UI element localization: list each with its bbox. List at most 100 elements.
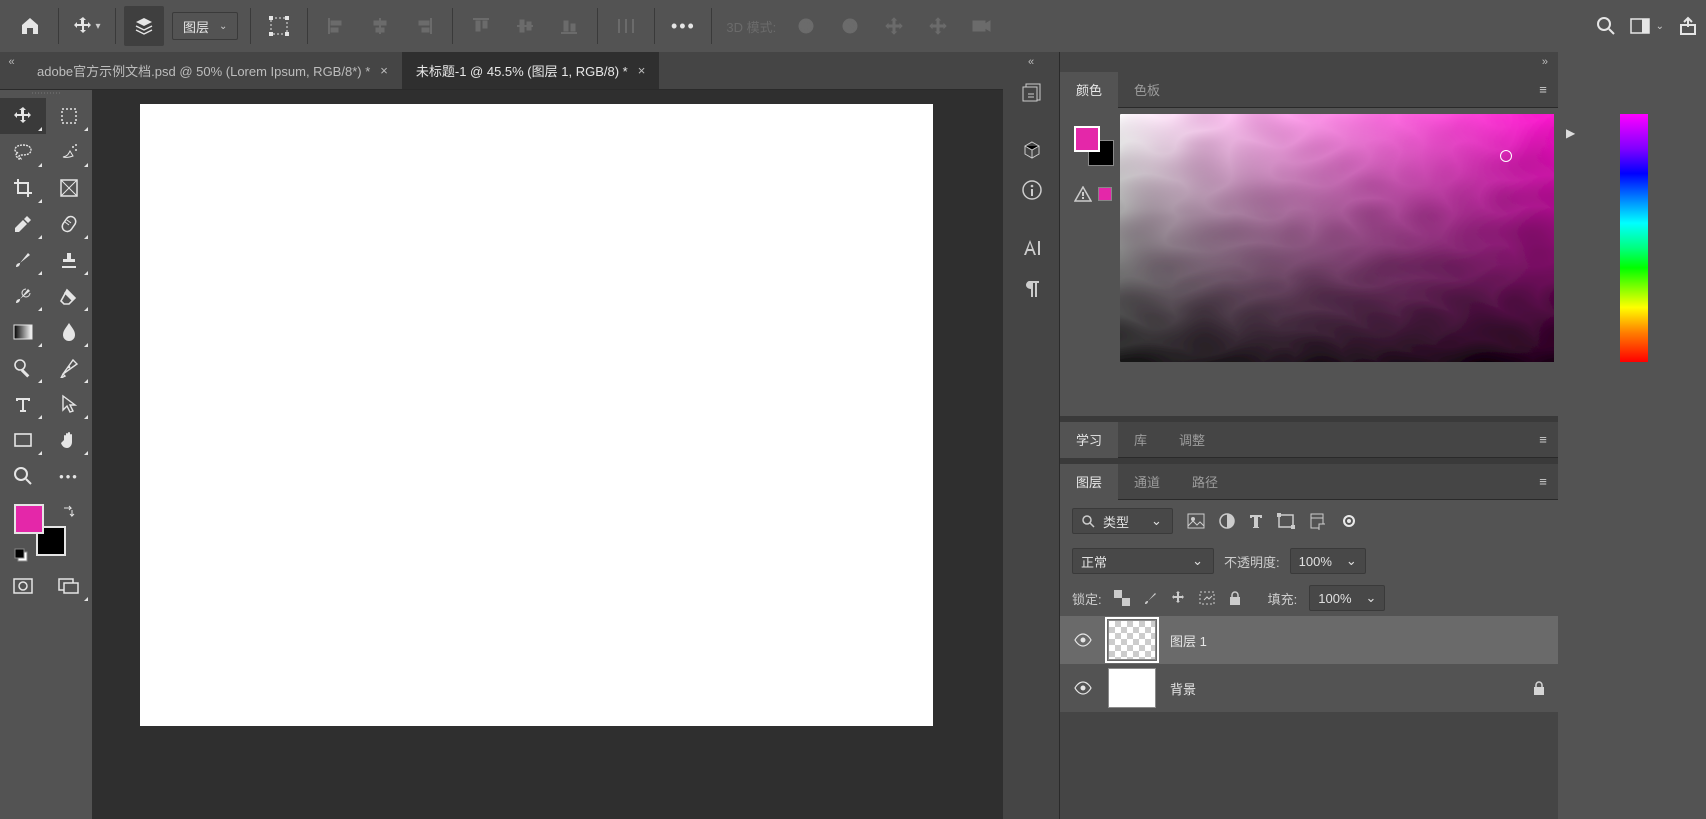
frame-tool[interactable] bbox=[46, 170, 92, 206]
panel-menu-icon[interactable]: ≡ bbox=[1528, 474, 1558, 489]
tab-libraries[interactable]: 库 bbox=[1118, 422, 1163, 458]
color-indicator[interactable] bbox=[1500, 150, 1512, 162]
move-tool[interactable] bbox=[0, 98, 46, 134]
gradient-tool[interactable] bbox=[0, 314, 46, 350]
auto-select-target-dropdown[interactable]: 图层 ⌄ bbox=[172, 12, 238, 40]
filter-type-icon[interactable] bbox=[1249, 513, 1263, 529]
align-top-button[interactable] bbox=[461, 6, 501, 46]
close-tab-icon[interactable]: × bbox=[638, 63, 646, 78]
auto-select-toggle[interactable] bbox=[124, 6, 164, 46]
layer-filter-dropdown[interactable]: 类型 ⌄ bbox=[1072, 508, 1173, 534]
swap-colors-icon[interactable] bbox=[62, 504, 76, 518]
filter-image-icon[interactable] bbox=[1187, 513, 1205, 529]
blur-tool[interactable] bbox=[46, 314, 92, 350]
lock-artboard-icon[interactable] bbox=[1198, 590, 1216, 606]
canvas-area[interactable] bbox=[92, 90, 1003, 819]
filter-shape-icon[interactable] bbox=[1277, 513, 1295, 529]
path-select-tool[interactable] bbox=[46, 386, 92, 422]
stamp-tool[interactable] bbox=[46, 242, 92, 278]
3d-pan-button[interactable] bbox=[874, 6, 914, 46]
document-tab-1[interactable]: 未标题-1 @ 45.5% (图层 1, RGB/8) * × bbox=[402, 52, 659, 89]
shape-tool[interactable] bbox=[0, 422, 46, 458]
dodge-tool[interactable] bbox=[0, 350, 46, 386]
gamut-swatch[interactable] bbox=[1098, 187, 1112, 201]
hue-slider[interactable] bbox=[1620, 114, 1648, 362]
lock-move-icon[interactable] bbox=[1170, 590, 1186, 606]
layer-thumbnail[interactable] bbox=[1108, 668, 1156, 708]
3d-slide-button[interactable] bbox=[918, 6, 958, 46]
home-button[interactable] bbox=[10, 6, 50, 46]
visibility-icon[interactable] bbox=[1072, 681, 1094, 695]
marquee-tool[interactable] bbox=[46, 98, 92, 134]
tab-learn[interactable]: 学习 bbox=[1060, 422, 1118, 458]
quick-select-tool[interactable] bbox=[46, 134, 92, 170]
tab-handle-icon[interactable]: « bbox=[0, 52, 23, 90]
tab-channels[interactable]: 通道 bbox=[1118, 464, 1176, 500]
tab-color[interactable]: 颜色 bbox=[1060, 72, 1118, 108]
screen-mode-button[interactable] bbox=[46, 568, 92, 604]
layer-name[interactable]: 背景 bbox=[1170, 679, 1518, 698]
fill-input[interactable]: 100%⌄ bbox=[1309, 585, 1385, 611]
3d-camera-button[interactable] bbox=[962, 6, 1002, 46]
3d-panel-icon[interactable] bbox=[1003, 130, 1060, 170]
history-brush-tool[interactable] bbox=[0, 278, 46, 314]
lock-all-icon[interactable] bbox=[1228, 590, 1242, 606]
align-v-center-button[interactable] bbox=[505, 6, 545, 46]
tool-move-indicator[interactable]: ▾ bbox=[67, 6, 107, 46]
blend-mode-dropdown[interactable]: 正常⌄ bbox=[1072, 548, 1214, 574]
lock-paint-icon[interactable] bbox=[1142, 590, 1158, 606]
gamut-warning-icon[interactable] bbox=[1074, 186, 1092, 202]
filter-toggle[interactable] bbox=[1343, 515, 1355, 527]
transform-controls-toggle[interactable] bbox=[259, 6, 299, 46]
tab-layers[interactable]: 图层 bbox=[1060, 464, 1118, 500]
overflow-button[interactable]: ••• bbox=[663, 6, 703, 46]
align-left-button[interactable] bbox=[316, 6, 356, 46]
layer-item-1[interactable]: 背景 bbox=[1060, 664, 1558, 712]
lock-trans-icon[interactable] bbox=[1114, 590, 1130, 606]
align-h-center-button[interactable] bbox=[360, 6, 400, 46]
quick-mask-toggle[interactable] bbox=[0, 568, 46, 604]
character-panel-icon[interactable] bbox=[1003, 228, 1060, 268]
3d-roll-button[interactable] bbox=[830, 6, 870, 46]
eyedropper-tool[interactable] bbox=[0, 206, 46, 242]
layer-name[interactable]: 图层 1 bbox=[1170, 631, 1546, 650]
align-right-button[interactable] bbox=[404, 6, 444, 46]
edit-toolbar-button[interactable]: ••• bbox=[46, 458, 92, 494]
lasso-tool[interactable] bbox=[0, 134, 46, 170]
filter-adjust-icon[interactable] bbox=[1219, 513, 1235, 529]
paragraph-panel-icon[interactable] bbox=[1003, 268, 1060, 308]
healing-tool[interactable] bbox=[46, 206, 92, 242]
collapse-panels-icon[interactable]: » bbox=[1060, 52, 1558, 72]
share-button[interactable] bbox=[1678, 16, 1698, 36]
layer-thumbnail[interactable] bbox=[1108, 620, 1156, 660]
close-tab-icon[interactable]: × bbox=[380, 63, 388, 78]
document-tab-0[interactable]: adobe官方示例文档.psd @ 50% (Lorem Ipsum, RGB/… bbox=[23, 52, 402, 89]
visibility-icon[interactable] bbox=[1072, 633, 1094, 647]
search-button[interactable] bbox=[1596, 16, 1616, 36]
expand-panels-icon[interactable]: « bbox=[1003, 52, 1059, 72]
tab-paths[interactable]: 路径 bbox=[1176, 464, 1234, 500]
filter-smart-icon[interactable] bbox=[1309, 512, 1325, 530]
pen-tool[interactable] bbox=[46, 350, 92, 386]
panel-menu-icon[interactable]: ≡ bbox=[1528, 432, 1558, 447]
panel-menu-icon[interactable]: ≡ bbox=[1528, 82, 1558, 97]
3d-orbit-button[interactable] bbox=[786, 6, 826, 46]
color-swatches[interactable] bbox=[14, 504, 74, 560]
panel-foreground-color[interactable] bbox=[1074, 126, 1100, 152]
opacity-input[interactable]: 100%⌄ bbox=[1290, 548, 1366, 574]
color-field[interactable] bbox=[1120, 114, 1558, 362]
foreground-color[interactable] bbox=[14, 504, 44, 534]
crop-tool[interactable] bbox=[0, 170, 46, 206]
distribute-h-button[interactable] bbox=[606, 6, 646, 46]
tab-swatches[interactable]: 色板 bbox=[1118, 72, 1176, 108]
canvas[interactable] bbox=[140, 104, 933, 726]
tab-adjustments[interactable]: 调整 bbox=[1163, 422, 1221, 458]
eraser-tool[interactable] bbox=[46, 278, 92, 314]
info-panel-icon[interactable] bbox=[1003, 170, 1060, 210]
type-tool[interactable] bbox=[0, 386, 46, 422]
default-colors-icon[interactable] bbox=[14, 548, 28, 562]
hand-tool[interactable] bbox=[46, 422, 92, 458]
history-panel-icon[interactable] bbox=[1003, 72, 1060, 112]
workspace-switcher[interactable]: ⌄ bbox=[1630, 18, 1664, 34]
zoom-tool[interactable] bbox=[0, 458, 46, 494]
